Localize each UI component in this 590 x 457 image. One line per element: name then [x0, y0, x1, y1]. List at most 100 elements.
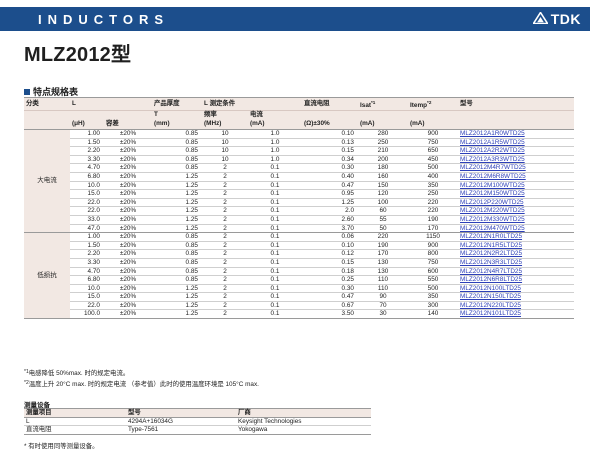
- part-number-link[interactable]: MLZ2012P220WTD25: [458, 198, 574, 208]
- col-header-blank: [104, 97, 152, 111]
- part-number-link[interactable]: MLZ2012N1R0LTD25: [458, 232, 574, 242]
- cell-thickness: 1.25: [152, 224, 202, 234]
- col-header-isat: Isat*1: [358, 97, 408, 111]
- cell-itemp: 550: [408, 275, 458, 285]
- cell-current: 0.1: [248, 189, 302, 199]
- cell-inductance: 15.0: [70, 292, 104, 302]
- equipment-row: L 4294A+16034G Keysight Technologies: [24, 417, 371, 427]
- cell-frequency: 2: [202, 206, 248, 216]
- cell-tolerance: ±20%: [104, 215, 152, 225]
- part-number-link[interactable]: MLZ2012M220WTD25: [458, 206, 574, 216]
- cell-inductance: 2.20: [70, 249, 104, 259]
- part-number-link[interactable]: MLZ2012N3R3LTD25: [458, 258, 574, 268]
- col-header-l: L: [70, 97, 104, 111]
- cell-current: 0.1: [248, 224, 302, 234]
- table-row: 1.50 ±20% 0.85 2 0.1 0.10 190 900 MLZ2012N1R5LTD…: [24, 241, 574, 251]
- cell-tolerance: ±20%: [104, 181, 152, 191]
- col-header-blank: [248, 97, 302, 111]
- cell-inductance: 3.30: [70, 155, 104, 165]
- cell-thickness: 0.85: [152, 241, 202, 251]
- spec-table: 分类 L 产品厚度 L 测定条件 直流电阻 Isat*1 Itemp*2 型号 …: [24, 97, 574, 320]
- category-label: INDUCTORS: [38, 12, 170, 27]
- equipment-table: 测量项目 型号 厂商 L 4294A+16034G Keysight Techn…: [24, 408, 371, 435]
- cell-frequency: 10: [202, 129, 248, 139]
- equipment-header-item: 测量项目: [24, 408, 126, 418]
- part-number-link[interactable]: MLZ2012N6R8LTD25: [458, 275, 574, 285]
- equipment-header-maker: 厂商: [236, 408, 371, 418]
- table-row: 低损抗 1.00 ±20% 0.85 2 0.1 0.06 220 1150 MLZ2012N1R…: [24, 232, 574, 320]
- cell-itemp: 1150: [408, 232, 458, 242]
- brand-name: TDK: [550, 11, 581, 27]
- part-number-link[interactable]: MLZ2012A1R0WTD25: [458, 129, 574, 139]
- part-number-link[interactable]: MLZ2012N101LTD25: [458, 309, 574, 320]
- cell-current: 0.1: [248, 163, 302, 173]
- cell-tolerance: ±20%: [104, 249, 152, 259]
- category-banner: INDUCTORS TDK: [0, 7, 590, 31]
- cell-frequency: 2: [202, 292, 248, 302]
- col-subheader-t: T: [152, 110, 202, 120]
- cell-inductance: 10.0: [70, 181, 104, 191]
- table-row: 15.0 ±20% 1.25 2 0.1 0.47 90 350 MLZ2012N150LTD2…: [24, 292, 574, 302]
- part-number-link[interactable]: MLZ2012M330WTD25: [458, 215, 574, 225]
- cell-thickness: 1.25: [152, 172, 202, 182]
- cell-inductance: 22.0: [70, 301, 104, 311]
- unit-uh: (μH): [70, 119, 104, 130]
- part-number-link[interactable]: MLZ2012M6R8WTD25: [458, 172, 574, 182]
- table-row: 4.70 ±20% 0.85 2 0.1 0.18 130 600 MLZ2012N4R7LTD…: [24, 267, 574, 277]
- part-number-link[interactable]: MLZ2012N220LTD25: [458, 301, 574, 311]
- table-row: 100.0 ±20% 1.25 2 0.1 3.50 30 140 MLZ2012N101LTD…: [24, 309, 574, 320]
- cell-inductance: 1.00: [70, 129, 104, 139]
- cell-itemp: 900: [408, 129, 458, 139]
- cell-thickness: 0.85: [152, 258, 202, 268]
- cell-isat: 110: [358, 284, 408, 294]
- equipment-footnote: * 有时使用同等测量设备。: [24, 443, 99, 450]
- cell-isat: 180: [358, 163, 408, 173]
- cell-frequency: 2: [202, 301, 248, 311]
- cell-current: 0.1: [248, 241, 302, 251]
- cell-inductance: 100.0: [70, 309, 104, 320]
- part-number-link[interactable]: MLZ2012A3R3WTD25: [458, 155, 574, 165]
- cell-itemp: 300: [408, 301, 458, 311]
- cell-thickness: 0.85: [152, 155, 202, 165]
- col-header-part-number: 型号: [458, 97, 574, 111]
- cell-tolerance: ±20%: [104, 258, 152, 268]
- section-heading-label: 特点规格表: [33, 87, 79, 97]
- cell-current: 0.1: [248, 258, 302, 268]
- cell-frequency: 2: [202, 215, 248, 225]
- part-number-link[interactable]: MLZ2012N150LTD25: [458, 292, 574, 302]
- cell-inductance: 22.0: [70, 198, 104, 208]
- part-number-link[interactable]: MLZ2012A1R5WTD25: [458, 138, 574, 148]
- cell-dc-resistance: 0.15: [302, 146, 358, 156]
- cell-tolerance: ±20%: [104, 206, 152, 216]
- col-header-tolerance: 容差: [104, 119, 152, 130]
- cell-isat: 30: [358, 309, 408, 320]
- footnote: *2温度上升 20°C max. 时的规定电流 （参考值）此时的使用温度环境是 …: [24, 379, 259, 388]
- cell-inductance: 1.00: [70, 232, 104, 242]
- col-header-itemp: Itemp*2: [408, 97, 458, 111]
- cell-itemp: 750: [408, 138, 458, 148]
- cell-dc-resistance: 0.47: [302, 181, 358, 191]
- cell-current: 0.1: [248, 292, 302, 302]
- table-row: 22.0 ±20% 1.25 2 0.1 0.67 70 300 MLZ2012N220LTD2…: [24, 301, 574, 311]
- cell-tolerance: ±20%: [104, 232, 152, 242]
- part-number-link[interactable]: MLZ2012M4R7WTD25: [458, 163, 574, 173]
- part-number-link[interactable]: MLZ2012N100LTD25: [458, 284, 574, 294]
- cell-isat: 130: [358, 258, 408, 268]
- part-number-link[interactable]: MLZ2012N4R7LTD25: [458, 267, 574, 277]
- cell-isat: 100: [358, 198, 408, 208]
- part-number-link[interactable]: MLZ2012M470WTD25: [458, 224, 574, 234]
- cell-tolerance: ±20%: [104, 189, 152, 199]
- part-number-link[interactable]: MLZ2012N1R5LTD25: [458, 241, 574, 251]
- table-header-row: T 频率 电流: [24, 110, 574, 120]
- part-number-link[interactable]: MLZ2012M150WTD25: [458, 189, 574, 199]
- table-row: 10.0 ±20% 1.25 2 0.1 0.47 150 350 MLZ2012M100WTD…: [24, 181, 574, 191]
- cell-dc-resistance: 0.18: [302, 267, 358, 277]
- cell-isat: 250: [358, 138, 408, 148]
- cell-inductance: 1.50: [70, 138, 104, 148]
- cell-itemp: 500: [408, 163, 458, 173]
- part-number-link[interactable]: MLZ2012A2R2WTD25: [458, 146, 574, 156]
- part-number-link[interactable]: MLZ2012M100WTD25: [458, 181, 574, 191]
- cell-thickness: 0.85: [152, 146, 202, 156]
- part-number-link[interactable]: MLZ2012N2R2LTD25: [458, 249, 574, 259]
- table-row: 大电流 1.00 ±20% 0.85 10 1.0 0.10 280 900 MLZ2012A1R…: [24, 129, 574, 234]
